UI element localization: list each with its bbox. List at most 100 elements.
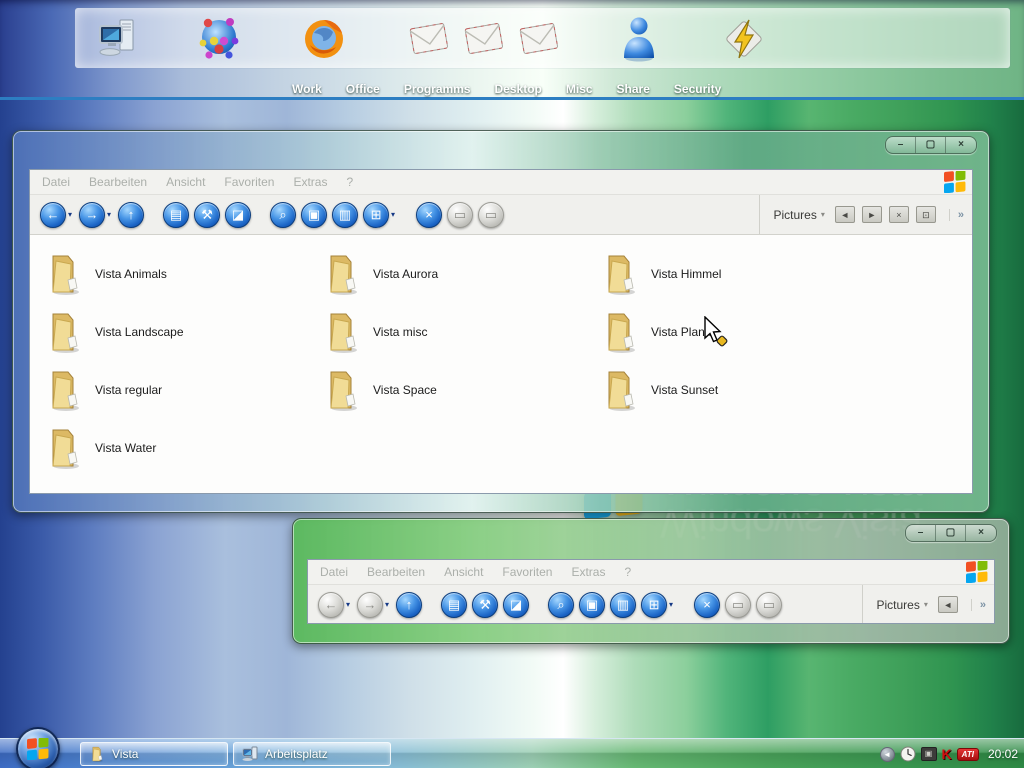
screen-1-button[interactable]: ▭	[447, 202, 473, 228]
forward-dropdown-caret[interactable]: ▾	[107, 210, 111, 219]
close-button[interactable]: ×	[946, 137, 976, 153]
folder-vista-sunset[interactable]: Vista Sunset	[602, 369, 880, 411]
folder-options-button[interactable]: ▤	[163, 202, 189, 228]
messenger-icon[interactable]	[615, 15, 663, 63]
pictures-caret-icon[interactable]: ▾	[924, 600, 928, 609]
back-button[interactable]: ←	[40, 202, 66, 228]
views-button[interactable]: ⊞	[363, 202, 389, 228]
dock-label-misc[interactable]: Misc	[566, 82, 593, 96]
tools-button[interactable]: ⚒	[194, 202, 220, 228]
folder-label: Vista Landscape	[95, 325, 184, 339]
pictures-dropdown[interactable]: Pictures	[877, 598, 920, 612]
folder-vista-regular[interactable]: Vista regular	[46, 369, 324, 411]
minimize-button[interactable]: –	[906, 525, 936, 541]
views-button[interactable]: ⊞	[641, 592, 667, 618]
minimize-button[interactable]: –	[886, 137, 916, 153]
folder-vista-misc[interactable]: Vista misc	[324, 311, 602, 353]
folder-vista-water[interactable]: Vista Water	[46, 427, 324, 469]
paste-button[interactable]: ▥	[332, 202, 358, 228]
menu-favoriten[interactable]: Favoriten	[224, 175, 274, 189]
image-next-button[interactable]: ►	[862, 206, 882, 223]
views-dropdown-caret[interactable]: ▾	[669, 600, 673, 609]
show-desktop-button[interactable]: ◪	[225, 202, 251, 228]
dock-label-desktop[interactable]: Desktop	[495, 82, 542, 96]
dock-label-work[interactable]: Work	[292, 82, 322, 96]
screen-2-button[interactable]: ▭	[478, 202, 504, 228]
menu-help[interactable]: ?	[346, 175, 353, 189]
folder-vista-aurora[interactable]: Vista Aurora	[324, 253, 602, 295]
paste-button[interactable]: ▥	[610, 592, 636, 618]
back-button[interactable]: ←	[318, 592, 344, 618]
copy-button[interactable]: ▣	[579, 592, 605, 618]
paste-group: ▥	[610, 592, 636, 618]
dock-label-share[interactable]: Share	[617, 82, 650, 96]
dock-label-programms[interactable]: Programms	[404, 82, 471, 96]
toolbar-overflow-chevron[interactable]: »	[971, 599, 986, 611]
folder-vista-space[interactable]: Vista Space	[324, 369, 602, 411]
menu-datei[interactable]: Datei	[42, 175, 70, 189]
forward-dropdown-caret[interactable]: ▾	[385, 600, 389, 609]
system-tray: ◄ ▣ K ATI 20:02	[880, 739, 1018, 768]
screen-1-button[interactable]: ▭	[725, 592, 751, 618]
folder-vista-animals[interactable]: Vista Animals	[46, 253, 324, 295]
taskbar-item-vista[interactable]: Vista	[80, 742, 228, 766]
menu-ansicht[interactable]: Ansicht	[166, 175, 205, 189]
delete-button[interactable]: ×	[694, 592, 720, 618]
pictures-caret-icon[interactable]: ▾	[821, 210, 825, 219]
menu-favoriten[interactable]: Favoriten	[502, 565, 552, 579]
collapse-icon[interactable]: ◄	[880, 747, 895, 762]
display-icon[interactable]: ▣	[921, 747, 937, 761]
folder-vista-landscape[interactable]: Vista Landscape	[46, 311, 324, 353]
mail-icon[interactable]	[405, 15, 453, 63]
show-desktop-button[interactable]: ◪	[503, 592, 529, 618]
up-button[interactable]: ↑	[396, 592, 422, 618]
screen-2-button[interactable]: ▭	[756, 592, 782, 618]
winamp-icon[interactable]	[720, 15, 768, 63]
menu-datei[interactable]: Datei	[320, 565, 348, 579]
maximize-button[interactable]: ▢	[916, 137, 946, 153]
folder-vista-plants[interactable]: Vista Plants	[602, 311, 880, 353]
menu-extras[interactable]: Extras	[293, 175, 327, 189]
menu-extras[interactable]: Extras	[571, 565, 605, 579]
kaspersky-icon[interactable]: K	[942, 746, 952, 762]
dock-label-office[interactable]: Office	[346, 82, 380, 96]
start-button[interactable]	[16, 727, 60, 768]
image-delete-button[interactable]: ×	[889, 206, 909, 223]
mail-icon[interactable]	[460, 15, 508, 63]
ati-icon[interactable]: ATI	[957, 748, 979, 761]
delete-button[interactable]: ×	[416, 202, 442, 228]
image-previous-button[interactable]: ◄	[938, 596, 958, 613]
menu-bearbeiten[interactable]: Bearbeiten	[367, 565, 425, 579]
network-people-icon[interactable]	[195, 15, 243, 63]
taskbar-item-arbeitsplatz[interactable]: Arbeitsplatz	[233, 742, 391, 766]
clock-icon[interactable]	[900, 746, 916, 762]
toolbar-buttons: ←▾→▾↑▤⚒◪⌕▣▥⊞▾×▭▭	[318, 592, 787, 618]
close-button[interactable]: ×	[966, 525, 996, 541]
menu-help[interactable]: ?	[624, 565, 631, 579]
dock-label-security[interactable]: Security	[674, 82, 721, 96]
folder-grid: Vista Animals Vista Aurora Vista Himmel …	[30, 235, 972, 494]
forward-button[interactable]: →	[357, 592, 383, 618]
copy-button[interactable]: ▣	[301, 202, 327, 228]
pictures-dropdown[interactable]: Pictures	[774, 208, 817, 222]
firefox-icon[interactable]	[300, 15, 348, 63]
tools-button[interactable]: ⚒	[472, 592, 498, 618]
folder-vista-himmel[interactable]: Vista Himmel	[602, 253, 880, 295]
image-previous-button[interactable]: ◄	[835, 206, 855, 223]
back-dropdown-caret[interactable]: ▾	[346, 600, 350, 609]
maximize-button[interactable]: ▢	[936, 525, 966, 541]
search-button[interactable]: ⌕	[548, 592, 574, 618]
back-dropdown-caret[interactable]: ▾	[68, 210, 72, 219]
up-button[interactable]: ↑	[118, 202, 144, 228]
search-button[interactable]: ⌕	[270, 202, 296, 228]
folder-open-button[interactable]: ⊡	[916, 206, 936, 223]
toolbar-overflow-chevron[interactable]: »	[949, 209, 964, 221]
folder-options-button[interactable]: ▤	[441, 592, 467, 618]
menu-ansicht[interactable]: Ansicht	[444, 565, 483, 579]
workstation-icon[interactable]	[95, 15, 143, 63]
views-dropdown-caret[interactable]: ▾	[391, 210, 395, 219]
menu-bearbeiten[interactable]: Bearbeiten	[89, 175, 147, 189]
forward-button[interactable]: →	[79, 202, 105, 228]
mail-icon[interactable]	[515, 15, 563, 63]
task-buttons: Vista Arbeitsplatz	[80, 742, 391, 766]
